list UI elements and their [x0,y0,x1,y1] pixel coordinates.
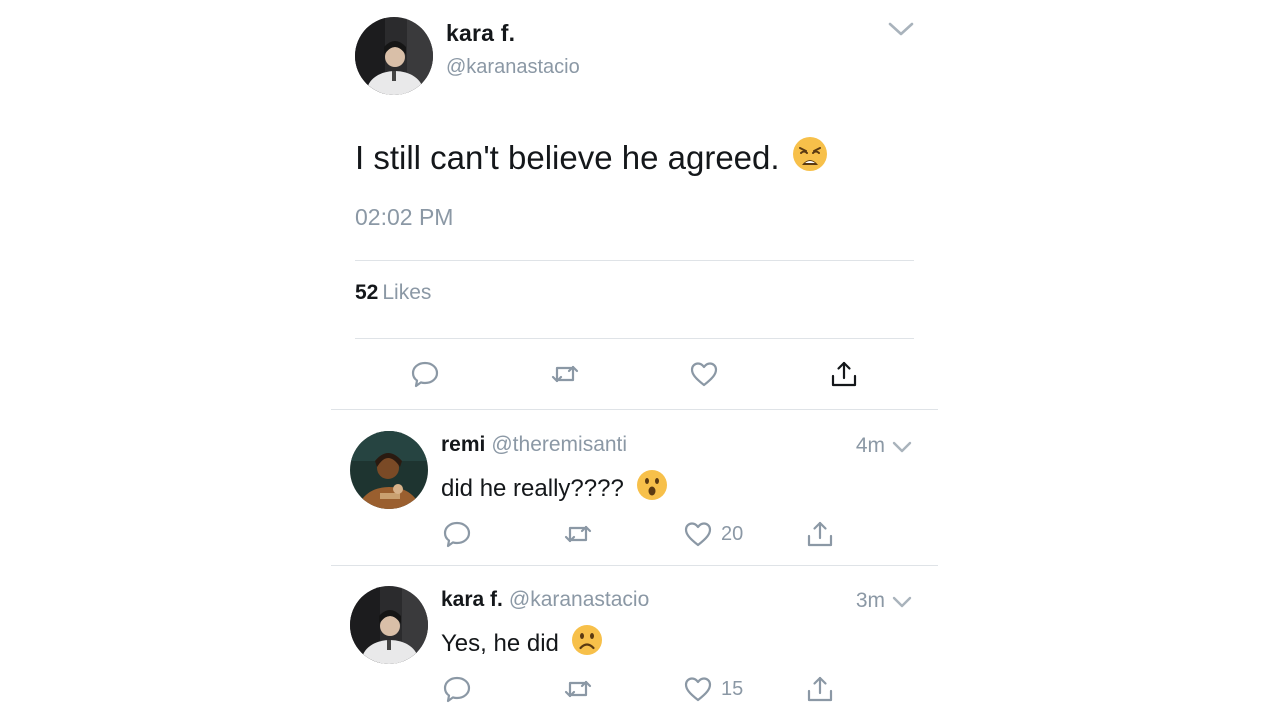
retweet-icon [562,674,594,704]
reply-timestamp: 4m [855,434,885,457]
author-avatar[interactable] [355,17,433,95]
tweet-thread-screen: kara f. @karanastacio I still can't beli… [0,0,1280,720]
retweet-button[interactable] [562,517,594,551]
reply-tweet[interactable]: kara f. @karanastacio 3m Yes, he did 15 [331,565,938,720]
reply-text: did he really???? [441,469,668,508]
likes-summary[interactable]: 52 Likes [355,281,431,305]
retweet-button[interactable] [562,672,594,706]
like-button[interactable]: 15 [683,672,743,706]
reply-action-bar: 15 [331,672,938,706]
reply-button[interactable] [442,517,472,551]
chevron-down-icon[interactable] [891,439,913,455]
like-icon [683,674,713,704]
reply-author-handle[interactable]: @theremisanti [491,433,627,456]
retweet-icon [562,519,594,549]
likes-count: 52 [355,281,379,304]
retweet-button[interactable] [549,357,581,391]
weary-face-emoji [792,136,828,180]
share-button[interactable] [805,517,835,551]
like-icon [689,359,719,389]
reply-text-body: did he really???? [441,474,624,502]
hushed-face-emoji [636,469,668,508]
divider [355,338,914,339]
share-button[interactable] [829,357,859,391]
tweet-column: kara f. @karanastacio I still can't beli… [331,0,938,720]
like-button[interactable]: 20 [683,517,743,551]
reply-author-handle[interactable]: @karanastacio [509,588,649,611]
reply-button[interactable] [442,672,472,706]
reply-icon [410,359,440,389]
share-icon [805,519,835,549]
reply-icon [442,519,472,549]
likes-label: Likes [382,281,432,304]
reply-avatar[interactable] [350,586,428,664]
reply-author-name[interactable]: remi [441,433,485,456]
reply-header: kara f. @karanastacio [441,588,649,612]
like-count: 15 [721,677,744,700]
like-icon [683,519,713,549]
divider [355,260,914,261]
frowning-face-emoji [571,624,603,663]
reply-avatar[interactable] [350,431,428,509]
reply-button[interactable] [410,357,440,391]
tweet-action-bar [331,357,938,391]
reply-timestamp: 3m [855,589,885,612]
author-name[interactable]: kara f. [446,20,515,47]
share-icon [829,359,859,389]
like-button[interactable] [689,357,719,391]
reply-text-body: Yes, he did [441,629,559,657]
author-handle[interactable]: @karanastacio [446,56,580,79]
share-icon [805,674,835,704]
chevron-down-icon[interactable] [891,594,913,610]
reply-text: Yes, he did [441,624,603,663]
reply-header: remi @theremisanti [441,433,627,457]
chevron-down-icon[interactable] [886,18,916,40]
reply-action-bar: 20 [331,517,938,551]
tweet-text: I still can't believe he agreed. [355,136,828,180]
retweet-icon [549,359,581,389]
reply-author-name[interactable]: kara f. [441,588,503,611]
tweet-timestamp: 02:02 PM [355,204,454,230]
like-count: 20 [721,522,744,545]
tweet-text-body: I still can't believe he agreed. [355,139,780,176]
reply-tweet[interactable]: remi @theremisanti 4m did he really???? [331,410,938,565]
reply-icon [442,674,472,704]
share-button[interactable] [805,672,835,706]
